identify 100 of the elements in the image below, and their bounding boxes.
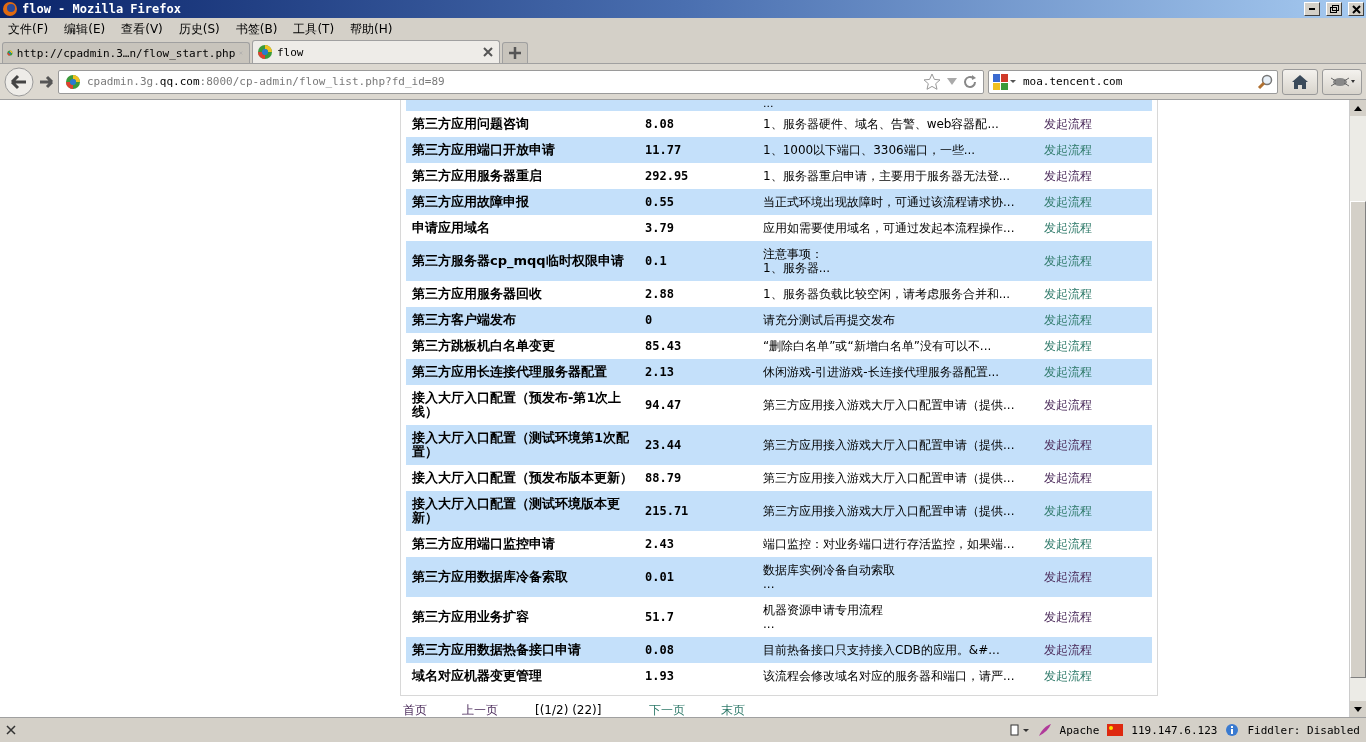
start-flow-link[interactable]: 发起流程	[1044, 169, 1092, 183]
flow-name: 域名对应机器变更管理	[412, 669, 543, 683]
score-cell-text: 11.77	[645, 143, 683, 157]
flow-name: 第三方跳板机白名单变更	[412, 339, 556, 353]
info-icon	[1225, 723, 1240, 737]
flow-name: 申请应用域名	[412, 221, 491, 235]
feather-icon	[1037, 723, 1052, 737]
description-cell-text: “删除白名单”或“新增白名单”没有可以不...	[763, 339, 993, 353]
flow-name: 第三方应用端口开放申请	[412, 143, 556, 157]
start-flow-link[interactable]: 发起流程	[1044, 610, 1092, 624]
start-flow-link[interactable]: 发起流程	[1044, 471, 1092, 485]
score-cell-text: 0.1	[645, 254, 668, 268]
flow-name: 第三方应用服务器重启	[412, 169, 543, 183]
home-button[interactable]	[1282, 68, 1318, 95]
start-flow-link[interactable]: 发起流程	[1044, 570, 1092, 584]
description-cell-text: 数据库实例冷备自动索取 ...	[763, 563, 896, 591]
start-flow-link[interactable]: 发起流程	[1044, 287, 1092, 301]
description-cell-text: 1、服务器负载比较空闲，请考虑服务合并和...	[763, 287, 1012, 301]
pagination-link[interactable]: 首页	[403, 703, 427, 717]
scroll-up-icon[interactable]	[1354, 105, 1362, 111]
new-tab-button[interactable]	[502, 42, 528, 63]
window-title: flow - Mozilla Firefox	[22, 2, 181, 16]
scroll-down-icon[interactable]	[1354, 706, 1362, 712]
close-icon[interactable]	[483, 47, 493, 57]
pagination-link[interactable]: 上一页	[462, 703, 498, 717]
description-cell-text: 1、服务器重启申请，主要用于服务器无法登...	[763, 169, 1012, 183]
address-field[interactable]: cpadmin.3g.qq.com:8000/cp-admin/flow_list.php?fd_id=89	[58, 69, 984, 94]
browser-tab[interactable]: flow	[252, 40, 500, 63]
menu-item[interactable]: 工具(T)	[285, 20, 343, 38]
flow-name: 第三方服务器cp_mqq临时权限申请	[412, 254, 625, 268]
close-button[interactable]	[1348, 2, 1364, 16]
site-logo-icon	[257, 44, 273, 60]
close-icon	[1351, 4, 1361, 14]
flow-name: 接入大厅入口配置（预发布-第1次上线）	[412, 391, 623, 419]
start-flow-link[interactable]: 发起流程	[1044, 537, 1092, 551]
description-cell-text: 第三方应用接入游戏大厅入口配置申请（提供...	[763, 471, 1016, 485]
close-icon[interactable]	[6, 725, 16, 735]
search-icon[interactable]	[1257, 73, 1273, 90]
pagination-link[interactable]: 末页	[721, 703, 745, 717]
score-cell-text: 0	[645, 313, 654, 327]
start-flow-link[interactable]: 发起流程	[1044, 504, 1092, 518]
menu-item[interactable]: 编辑(E)	[56, 20, 114, 38]
scrollbar[interactable]	[1349, 100, 1366, 717]
flow-name: 第三方应用故障申报	[412, 195, 530, 209]
minimize-button[interactable]	[1304, 2, 1320, 16]
start-flow-link[interactable]: 发起流程	[1044, 221, 1092, 235]
score-cell-text: 94.47	[645, 398, 683, 412]
home-icon	[1291, 73, 1309, 90]
star-icon[interactable]	[923, 72, 941, 91]
browser-tab[interactable]: http://cpadmin.3…n/flow_start.php	[2, 42, 250, 63]
score-cell-text: 2.13	[645, 365, 675, 379]
description-cell-text: 第三方应用接入游戏大厅入口配置申请（提供...	[763, 504, 1016, 518]
plus-icon	[509, 47, 521, 59]
site-logo-icon	[65, 73, 81, 90]
menu-item[interactable]: 查看(V)	[113, 20, 171, 38]
start-flow-link[interactable]: 发起流程	[1044, 195, 1092, 209]
score-cell-text: 2.88	[645, 287, 675, 301]
start-flow-link[interactable]: 发起流程	[1044, 438, 1092, 452]
menu-item[interactable]: 书签(B)	[227, 20, 286, 38]
ip-address: 119.147.6.123	[1131, 723, 1218, 737]
start-flow-link[interactable]: 发起流程	[1044, 117, 1092, 131]
flow-name: 第三方应用业务扩容	[412, 610, 530, 624]
flow-name: 接入大厅入口配置（测试环境版本更新）	[412, 497, 621, 525]
pagination-link[interactable]: 下一页	[649, 703, 685, 717]
restore-button[interactable]	[1326, 2, 1342, 16]
addon-button[interactable]	[1322, 68, 1362, 95]
description-cell-text: 应用如需要使用域名，可通过发起本流程操作...	[763, 221, 1016, 235]
page-count: [(1/2) (22)]	[535, 703, 602, 717]
start-flow-link[interactable]: 发起流程	[1044, 254, 1092, 268]
score-cell-text: 51.7	[645, 610, 675, 624]
description-cell-text: 1、服务器硬件、域名、告警、web容器配...	[763, 117, 1000, 131]
menu-item[interactable]: 历史(S)	[170, 20, 228, 38]
description-cell-text: 第三方应用接入游戏大厅入口配置申请（提供...	[763, 438, 1016, 452]
start-flow-link[interactable]: 发起流程	[1044, 339, 1092, 353]
reload-icon[interactable]	[963, 74, 977, 89]
score-cell-text: 85.43	[645, 339, 683, 353]
forward-icon[interactable]	[38, 73, 54, 90]
menu-item[interactable]: 帮助(H)	[342, 20, 401, 38]
description-cell-text: 当正式环境出现故障时，可通过该流程请求协...	[763, 195, 1016, 209]
start-flow-link[interactable]: 发起流程	[1044, 365, 1092, 379]
flow-name: 第三方应用端口监控申请	[412, 537, 556, 551]
server-label: Apache	[1059, 723, 1100, 737]
page-icon[interactable]	[1009, 724, 1030, 736]
minimize-icon	[1309, 8, 1315, 10]
china-flag-icon	[1107, 724, 1124, 736]
start-flow-link[interactable]: 发起流程	[1044, 669, 1092, 683]
start-flow-link[interactable]: 发起流程	[1044, 313, 1092, 327]
description-cell-text: 目前热备接口只支持接入CDB的应用。&#...	[763, 643, 1001, 657]
search-engine-icon[interactable]	[993, 72, 1017, 91]
search-field[interactable]: moa.tencent.com	[988, 69, 1278, 94]
score-cell-text: 0.08	[645, 643, 675, 657]
start-flow-link[interactable]: 发起流程	[1044, 643, 1092, 657]
start-flow-link[interactable]: 发起流程	[1044, 398, 1092, 412]
start-flow-link[interactable]: 发起流程	[1044, 143, 1092, 157]
flow-name: 第三方应用长连接代理服务器配置	[412, 365, 608, 379]
menu-item[interactable]: 文件(F)	[0, 20, 57, 38]
score-cell-text: 2.43	[645, 537, 675, 551]
flow-name: 接入大厅入口配置（预发布版本更新）	[412, 471, 634, 485]
back-icon[interactable]	[4, 66, 34, 97]
score-cell-text: 215.71	[645, 504, 690, 518]
